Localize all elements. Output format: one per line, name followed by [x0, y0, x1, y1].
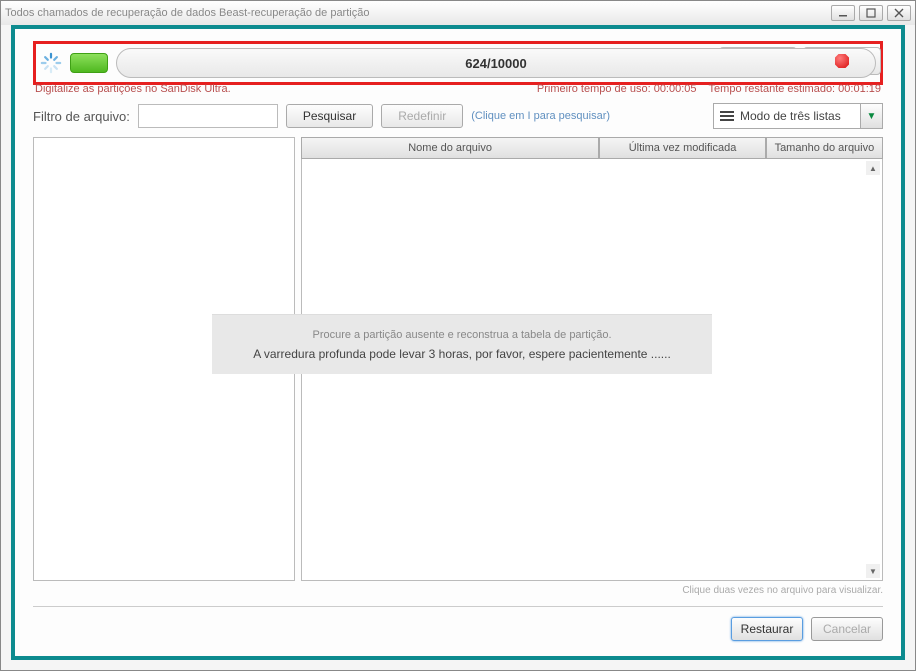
restore-button[interactable]: Restaurar: [731, 617, 803, 641]
filter-input[interactable]: [138, 104, 278, 128]
filter-label: Filtro de arquivo:: [33, 109, 130, 124]
status-row: Digitalize as partições no SanDisk Ultra…: [33, 83, 883, 95]
titlebar: Todos chamados de recuperação de dados B…: [1, 1, 915, 25]
reset-button[interactable]: Redefinir: [381, 104, 463, 128]
progress-section: 624/10000: [33, 41, 883, 85]
col-size[interactable]: Tamanho do arquivo: [766, 137, 883, 159]
progress-bar: 624/10000: [116, 48, 876, 78]
main-panel: 624/10000 Digitalize as partições no San…: [11, 25, 905, 660]
window-title: Todos chamados de recuperação de dados B…: [5, 7, 831, 19]
chevron-down-icon: ▼: [860, 104, 882, 128]
filter-row: Filtro de arquivo: Pesquisar Redefinir (…: [33, 103, 883, 129]
app-window: Todos chamados de recuperação de dados B…: [0, 0, 916, 671]
minimize-button[interactable]: [831, 5, 855, 21]
stop-icon: [835, 54, 849, 68]
mode-label: Modo de três listas: [740, 109, 860, 123]
col-name[interactable]: Nome do arquivo: [301, 137, 599, 159]
cancel-button[interactable]: Cancelar: [811, 617, 883, 641]
view-mode-dropdown[interactable]: Modo de três listas ▼: [713, 103, 883, 129]
footer-buttons: Restaurar Cancelar: [33, 617, 883, 641]
list-mode-icon: [714, 111, 740, 121]
message-line1: Procure a partição ausente e reconstrua …: [312, 329, 611, 341]
close-button[interactable]: [887, 5, 911, 21]
scroll-down-icon[interactable]: ▼: [866, 564, 880, 578]
scroll-up-icon[interactable]: ▲: [866, 161, 880, 175]
scan-target-text: Digitalize as partições no SanDisk Ultra…: [35, 83, 231, 95]
window-controls: [831, 5, 911, 21]
col-modified[interactable]: Última vez modificada: [599, 137, 766, 159]
filter-hint: (Clique em I para pesquisar): [471, 110, 610, 122]
time-info: Primeiro tempo de uso: 00:00:05 Tempo re…: [537, 83, 881, 95]
message-line2: A varredura profunda pode levar 3 horas,…: [253, 347, 671, 361]
column-headers: Nome do arquivo Última vez modificada Ta…: [301, 137, 883, 159]
divider: [33, 606, 883, 607]
progress-text: 624/10000: [465, 56, 526, 71]
search-button[interactable]: Pesquisar: [286, 104, 373, 128]
preview-hint: Clique duas vezes no arquivo para visual…: [33, 585, 883, 596]
scan-message: Procure a partição ausente e reconstrua …: [212, 314, 712, 374]
spinner-icon: [40, 52, 62, 74]
maximize-button[interactable]: [859, 5, 883, 21]
progress-indicator: [70, 53, 108, 73]
